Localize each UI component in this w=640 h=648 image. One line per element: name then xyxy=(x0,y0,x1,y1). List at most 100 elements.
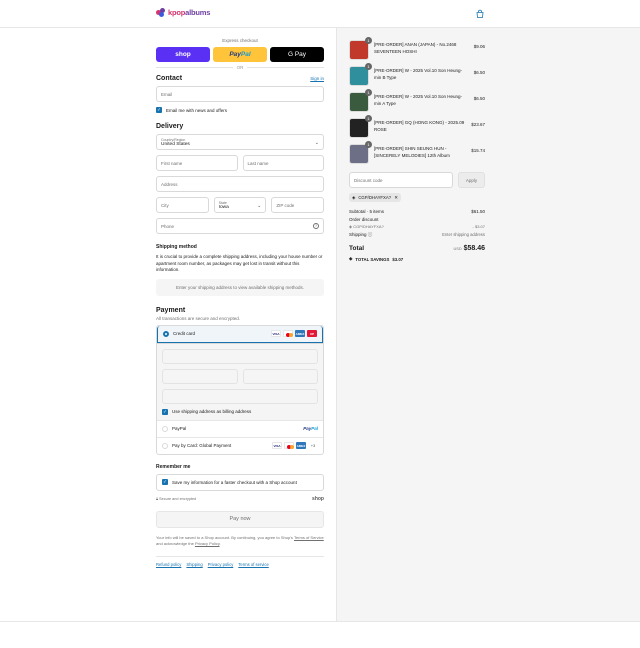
address-field[interactable]: Address xyxy=(156,176,324,192)
currency-code: USD xyxy=(453,247,462,251)
shopping-bag-icon[interactable] xyxy=(475,9,485,19)
footer-refund-link[interactable]: Refund policy xyxy=(156,562,181,567)
header: kpopalbums xyxy=(0,0,640,28)
discount-code-input[interactable]: Discount code xyxy=(349,172,453,188)
brand-logo-icon xyxy=(156,8,165,17)
footer-terms-link[interactable]: Terms of service xyxy=(238,562,268,567)
news-checkbox-label: Email me with news and offers xyxy=(166,107,227,113)
shipping-value: Enter shipping address xyxy=(442,232,485,237)
divider xyxy=(0,621,640,622)
email-field[interactable]: Email xyxy=(156,86,324,102)
product-name: [PRE-ORDER] GQ (HONG KONG) - 2025.09 ROS… xyxy=(374,120,465,132)
pay-now-button[interactable]: Pay now xyxy=(156,510,324,528)
more-cards-count: +3 xyxy=(310,443,316,448)
order-discount-row: Order discount xyxy=(349,217,485,222)
news-checkbox[interactable]: ✓ xyxy=(156,107,162,113)
savings-row: ◈ TOTAL SAVINGS $3.07 xyxy=(349,256,485,262)
close-icon[interactable]: ✕ xyxy=(394,195,398,201)
checkout-form: Express checkout shop Pay Pal G Pay OR Co… xyxy=(156,38,325,567)
zip-field[interactable]: ZIP code xyxy=(271,197,325,213)
expiry-field[interactable] xyxy=(162,368,238,384)
card-brands: VISA AMEX UP xyxy=(271,330,317,337)
shipping-row: Shipping ⓘ Enter shipping address xyxy=(349,232,485,238)
product-name: [PRE-ORDER] SHIN SEUNG HUN - [SINCERELY … xyxy=(374,146,450,158)
secure-row: 🔒︎ Secure and encrypted shop xyxy=(156,496,324,502)
card-form: ✓ Use shipping address as billing addres… xyxy=(157,342,323,420)
state-select[interactable]: State Iowa ⌄ xyxy=(213,197,267,213)
remember-me-box[interactable]: ✓ Save my information for a faster check… xyxy=(156,473,324,491)
discount-tag: ◈ CGP/DHAYFXA? ✕ xyxy=(349,193,401,202)
brand-logo[interactable]: kpopalbums xyxy=(156,8,210,17)
global-payment-label: Pay by Card: Global Payment xyxy=(172,443,232,448)
privacy-link[interactable]: Privacy Policy xyxy=(195,541,220,546)
save-info-label: Save my information for a faster checkou… xyxy=(172,479,297,485)
product-image: 1 xyxy=(349,141,372,164)
name-on-card-field[interactable] xyxy=(162,388,318,404)
global-payment-option[interactable]: Pay by Card: Global Payment VISA AMEX +3 xyxy=(157,436,323,454)
first-name-field[interactable]: First name xyxy=(156,155,238,171)
legal-text: Your info will be saved to a Shop accoun… xyxy=(156,534,324,546)
credit-card-option[interactable]: Credit card VISA AMEX UP xyxy=(157,325,323,343)
phone-field[interactable]: Phone ? xyxy=(156,218,324,234)
footer-links: Refund policy Shipping Privacy policy Te… xyxy=(156,555,324,567)
lock-icon: 🔒︎ xyxy=(156,496,159,501)
total-label: Total xyxy=(349,245,365,252)
global-payment-radio[interactable] xyxy=(162,442,168,449)
product-image: 1 xyxy=(349,115,372,138)
apply-button[interactable]: Apply xyxy=(458,172,485,188)
shipping-note: It is crucial to provide a complete ship… xyxy=(156,254,323,272)
security-code-field[interactable] xyxy=(242,368,318,384)
phone-placeholder: Phone xyxy=(161,223,175,229)
news-checkbox-row[interactable]: ✓ Email me with news and offers xyxy=(156,107,324,113)
billing-checkbox[interactable]: ✓ xyxy=(162,408,168,415)
last-name-field[interactable]: Last name xyxy=(242,155,324,171)
payment-subtitle: All transactions are secure and encrypte… xyxy=(156,315,241,321)
payment-heading: Payment xyxy=(156,306,186,314)
shop-pay-button[interactable]: shop xyxy=(156,47,210,62)
visa-icon: VISA xyxy=(272,442,282,449)
paypal-radio[interactable] xyxy=(162,425,168,432)
cart-item: 1 [PRE-ORDER] ANAN (JAPAN) - No.2468 SEV… xyxy=(349,37,485,62)
footer-privacy-link[interactable]: Privacy policy xyxy=(208,562,234,567)
country-select[interactable]: Country/Region United States ⌄ xyxy=(156,134,324,150)
shop-logo: shop xyxy=(312,495,324,502)
footer-shipping-link[interactable]: Shipping xyxy=(186,562,202,567)
chevron-down-icon: ⌄ xyxy=(314,140,319,146)
mastercard-icon xyxy=(283,330,293,337)
help-icon[interactable]: ? xyxy=(313,223,319,229)
secure-text: 🔒︎ Secure and encrypted xyxy=(156,496,197,501)
help-icon[interactable]: ⓘ xyxy=(368,232,373,237)
google-pay-button[interactable]: G Pay xyxy=(270,47,324,62)
product-price: $6.50 xyxy=(473,96,485,101)
discount-code-row: ◈ CGP/DHAYFXA? - $3.07 xyxy=(349,224,485,229)
tag-icon: ◈ xyxy=(352,194,356,200)
payment-options: Credit card VISA AMEX UP ✓ Use shipping … xyxy=(156,324,324,455)
paypal-button[interactable]: Pay Pal xyxy=(213,47,267,62)
amex-icon: AMEX xyxy=(295,330,305,337)
credit-card-label: Credit card xyxy=(173,331,196,336)
card-number-field[interactable] xyxy=(162,348,318,364)
quantity-badge: 1 xyxy=(365,89,372,96)
subtotal-value: $61.50 xyxy=(471,209,485,214)
product-price: $9.06 xyxy=(473,44,485,49)
quantity-badge: 1 xyxy=(365,115,372,122)
tag-icon: ◈ xyxy=(349,256,353,261)
express-checkout-label: Express checkout xyxy=(222,38,258,43)
billing-checkbox-row[interactable]: ✓ Use shipping address as billing addres… xyxy=(162,408,318,415)
city-field[interactable]: City xyxy=(156,197,209,213)
product-name: [PRE-ORDER] ANAN (JAPAN) - No.2468 SEVEN… xyxy=(374,42,457,54)
product-image: 1 xyxy=(349,37,372,60)
order-summary: 1 [PRE-ORDER] ANAN (JAPAN) - No.2468 SEV… xyxy=(349,37,485,262)
credit-card-radio[interactable] xyxy=(163,330,169,337)
delivery-heading: Delivery xyxy=(156,123,184,130)
brand-name: kpopalbums xyxy=(168,8,211,17)
order-discount-label: Order discount xyxy=(349,217,379,222)
paypal-option[interactable]: PayPal PayPal xyxy=(157,419,323,437)
sign-in-link[interactable]: Sign in xyxy=(310,76,324,81)
discount-amount: - $3.07 xyxy=(472,224,485,229)
subtotal-row: Subtotal · 5 items $61.50 xyxy=(349,209,485,214)
terms-link[interactable]: Terms of Service xyxy=(294,535,324,540)
subtotal-label: Subtotal · 5 items xyxy=(349,209,385,214)
tag-icon: ◈ xyxy=(349,224,353,229)
save-info-checkbox[interactable]: ✓ xyxy=(162,479,168,485)
